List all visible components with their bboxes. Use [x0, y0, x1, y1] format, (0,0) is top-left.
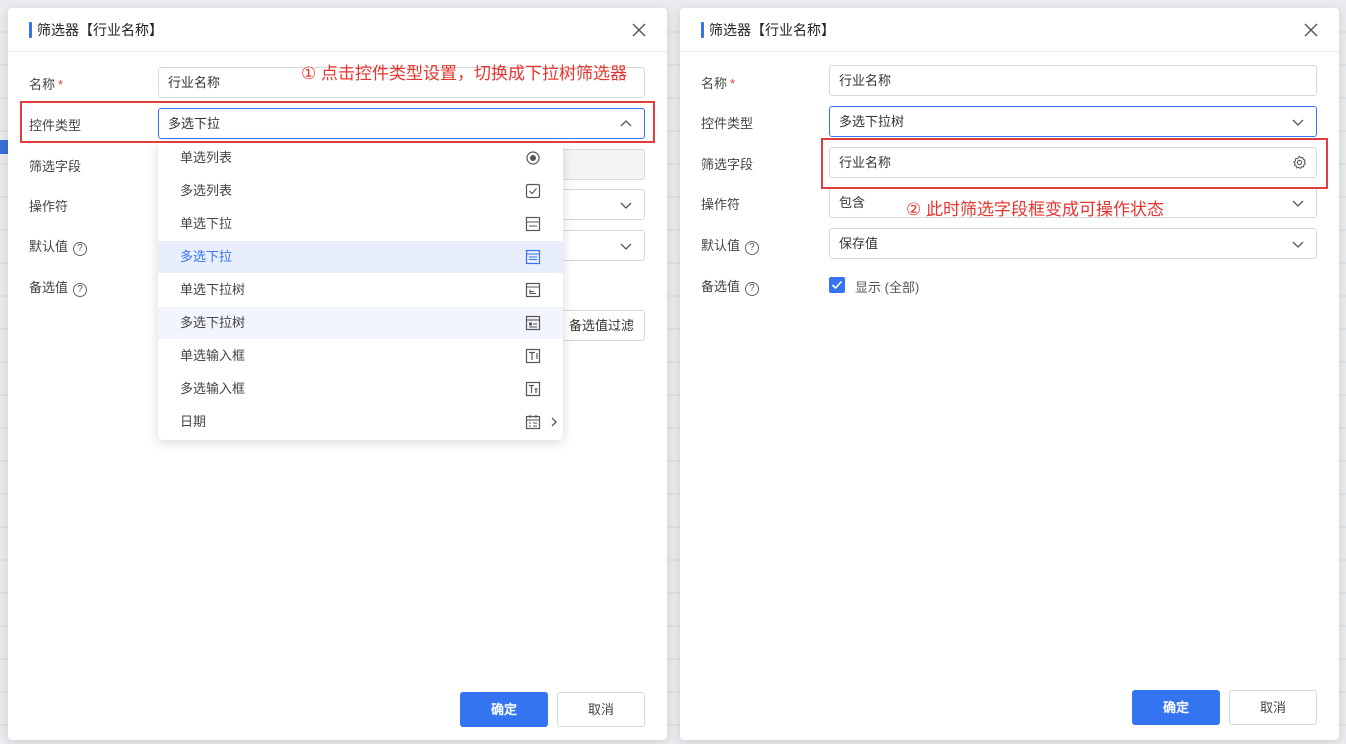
confirm-button[interactable]: 确定	[460, 692, 548, 727]
name-label: 名称 *	[29, 77, 64, 92]
dropdown-option[interactable]: 多选列表	[158, 175, 563, 207]
candidate-filter-button[interactable]: 备选值过滤	[558, 310, 645, 341]
cancel-button[interactable]: 取消	[1229, 690, 1317, 725]
multi-dropdown-icon	[525, 249, 541, 265]
name-input[interactable]: 行业名称	[829, 65, 1317, 96]
check-icon	[831, 280, 843, 290]
dialog-header: 筛选器【行业名称】	[8, 8, 667, 52]
show-all-label: 显示 (全部)	[855, 280, 920, 295]
control-type-label: 控件类型	[701, 116, 754, 131]
default-value-label: 默认值?	[701, 235, 760, 255]
operator-label: 操作符	[701, 197, 741, 212]
chevron-right-icon	[551, 417, 557, 427]
name-label: 名称 *	[701, 76, 736, 91]
candidate-value-label: 备选值?	[29, 277, 88, 297]
help-icon[interactable]: ?	[73, 242, 88, 256]
default-value-label: 默认值?	[29, 236, 88, 256]
dialog-title: 筛选器【行业名称】	[37, 22, 163, 38]
annotation-text: ② 此时筛选字段框变成可操作状态	[906, 200, 1164, 219]
checkbox-icon	[525, 183, 541, 199]
default-value-value: 保存值	[839, 236, 879, 251]
show-all-checkbox[interactable]	[829, 277, 845, 293]
tree-dropdown-icon	[525, 282, 541, 298]
control-type-dropdown: 单选列表 多选列表 单选下拉 多选下拉 单选下拉树 多选下拉树 单选输入框 多选…	[158, 142, 563, 440]
required-mark: *	[730, 76, 736, 91]
annotation-highlight-box	[821, 138, 1328, 189]
default-value-select[interactable]: 保存值	[829, 228, 1317, 259]
chevron-down-icon	[1292, 200, 1304, 207]
radio-icon	[526, 151, 540, 165]
multi-text-input-icon	[525, 381, 541, 397]
dropdown-option[interactable]: 单选列表	[158, 142, 563, 174]
title-accent-bar	[29, 22, 32, 38]
dropdown-option[interactable]: 单选输入框	[158, 340, 563, 372]
filter-field-label: 筛选字段	[701, 157, 754, 172]
chevron-down-icon	[620, 243, 632, 250]
close-icon[interactable]	[631, 22, 647, 38]
operator-value: 包含	[839, 195, 866, 210]
chevron-down-icon	[1292, 241, 1304, 248]
dialog-title: 筛选器【行业名称】	[709, 22, 835, 38]
help-icon[interactable]: ?	[73, 283, 88, 297]
filter-dialog-right: 筛选器【行业名称】 名称 * 行业名称 控件类型 多选下拉树 筛选字段 行业名称 …	[680, 8, 1339, 740]
annotation-highlight-box	[20, 101, 655, 143]
filter-dialog-left: 筛选器【行业名称】 名称 * 行业名称 控件类型 多选下拉 筛选字段 操作符 默认…	[8, 8, 667, 740]
multi-tree-dropdown-icon	[525, 315, 541, 331]
chevron-down-icon	[620, 202, 632, 209]
dropdown-icon	[525, 216, 541, 232]
required-mark: *	[58, 77, 64, 92]
dropdown-option-hover[interactable]: 多选下拉树	[158, 307, 563, 339]
confirm-button[interactable]: 确定	[1132, 690, 1220, 725]
calendar-icon	[525, 415, 541, 430]
control-type-value: 多选下拉树	[839, 114, 905, 129]
cancel-button[interactable]: 取消	[557, 692, 645, 727]
text-input-icon	[525, 348, 541, 364]
dropdown-option[interactable]: 多选输入框	[158, 373, 563, 405]
dropdown-option-selected[interactable]: 多选下拉	[158, 241, 563, 273]
help-icon[interactable]: ?	[745, 241, 760, 255]
dropdown-option[interactable]: 日期	[158, 406, 563, 438]
dialog-header: 筛选器【行业名称】	[680, 8, 1339, 52]
title-accent-bar	[701, 22, 704, 38]
control-type-select[interactable]: 多选下拉树	[829, 106, 1317, 137]
dropdown-option[interactable]: 单选下拉	[158, 208, 563, 240]
filter-field-label: 筛选字段	[29, 159, 82, 174]
help-icon[interactable]: ?	[745, 282, 760, 296]
annotation-text: ① 点击控件类型设置，切换成下拉树筛选器	[301, 64, 627, 83]
chevron-down-icon	[1292, 119, 1304, 126]
operator-label: 操作符	[29, 199, 69, 214]
close-icon[interactable]	[1303, 22, 1319, 38]
dropdown-option[interactable]: 单选下拉树	[158, 274, 563, 306]
candidate-value-label: 备选值?	[701, 276, 760, 296]
